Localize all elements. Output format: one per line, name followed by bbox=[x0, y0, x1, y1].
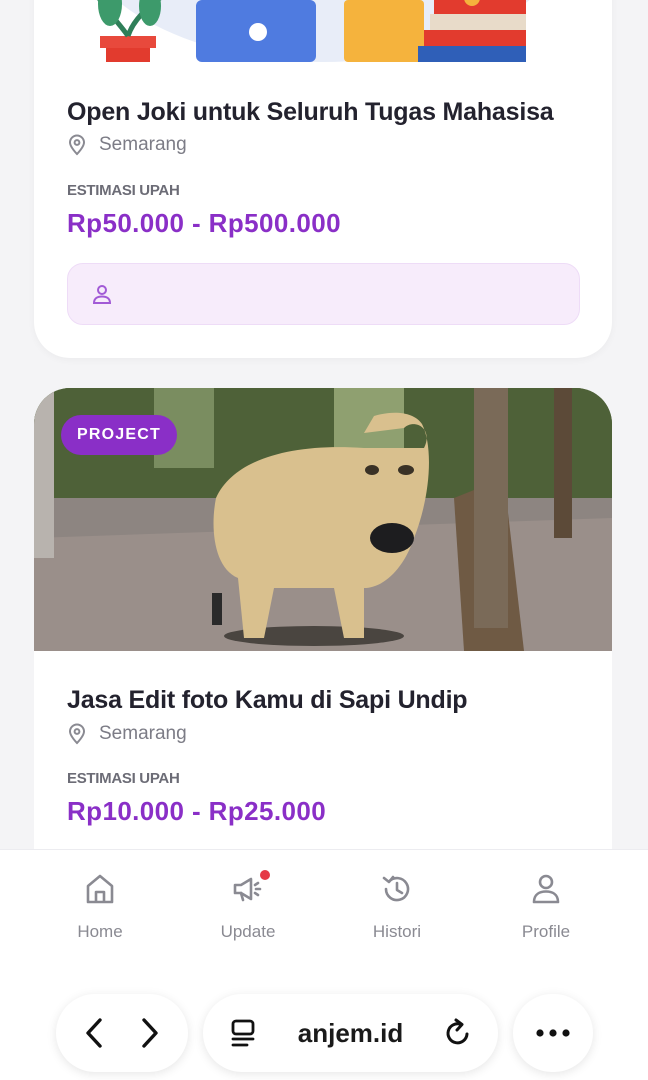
wage-label: ESTIMASI UPAH bbox=[67, 182, 180, 199]
nav-item-histori[interactable]: Histori bbox=[327, 872, 467, 942]
poster-info-box[interactable] bbox=[67, 263, 580, 325]
notification-dot bbox=[260, 870, 270, 880]
home-icon bbox=[86, 874, 114, 904]
location-pin-icon bbox=[68, 134, 86, 156]
more-icon bbox=[536, 1029, 570, 1037]
user-icon bbox=[92, 285, 112, 304]
location-text: Semarang bbox=[99, 134, 187, 155]
project-badge: PROJECT bbox=[61, 415, 177, 455]
tabs-icon[interactable] bbox=[229, 1018, 257, 1048]
back-icon[interactable] bbox=[81, 1016, 107, 1050]
user-icon bbox=[532, 874, 560, 904]
nav-label: Histori bbox=[372, 922, 422, 941]
forward-icon[interactable] bbox=[137, 1016, 163, 1050]
listing-card[interactable]: PROJECT Jasa Edit foto Kamu di Sapi Undi… bbox=[34, 388, 612, 888]
wage-range: Rp10.000 - Rp25.000 bbox=[67, 796, 327, 826]
location-pin-icon bbox=[68, 723, 86, 745]
nav-label: Home bbox=[77, 922, 123, 941]
nav-item-profile[interactable]: Profile bbox=[476, 872, 616, 942]
location-text: Semarang bbox=[99, 723, 187, 744]
nav-label: Profile bbox=[521, 922, 571, 941]
listing-location: Semarang bbox=[67, 723, 187, 745]
wage-label: ESTIMASI UPAH bbox=[67, 770, 180, 787]
listing-title[interactable]: Jasa Edit foto Kamu di Sapi Undip bbox=[67, 686, 468, 715]
nav-label: Update bbox=[220, 922, 276, 941]
browser-navigation-controls bbox=[56, 994, 188, 1072]
listing-title[interactable]: Open Joki untuk Seluruh Tugas Mahasisa bbox=[67, 98, 554, 127]
address-bar[interactable]: anjem.id bbox=[203, 994, 498, 1072]
url-text[interactable]: anjem.id bbox=[298, 1018, 403, 1049]
more-menu-button[interactable] bbox=[513, 994, 593, 1072]
history-icon bbox=[382, 875, 410, 902]
nav-item-update[interactable]: Update bbox=[178, 870, 318, 942]
listing-card[interactable]: Open Joki untuk Seluruh Tugas Mahasisa S… bbox=[34, 0, 612, 358]
nav-item-home[interactable]: Home bbox=[30, 872, 170, 942]
wage-range: Rp50.000 - Rp500.000 bbox=[67, 208, 341, 238]
listing-illustration-image bbox=[97, 0, 530, 62]
listing-location: Semarang bbox=[67, 134, 187, 156]
reload-icon[interactable] bbox=[444, 1018, 472, 1048]
